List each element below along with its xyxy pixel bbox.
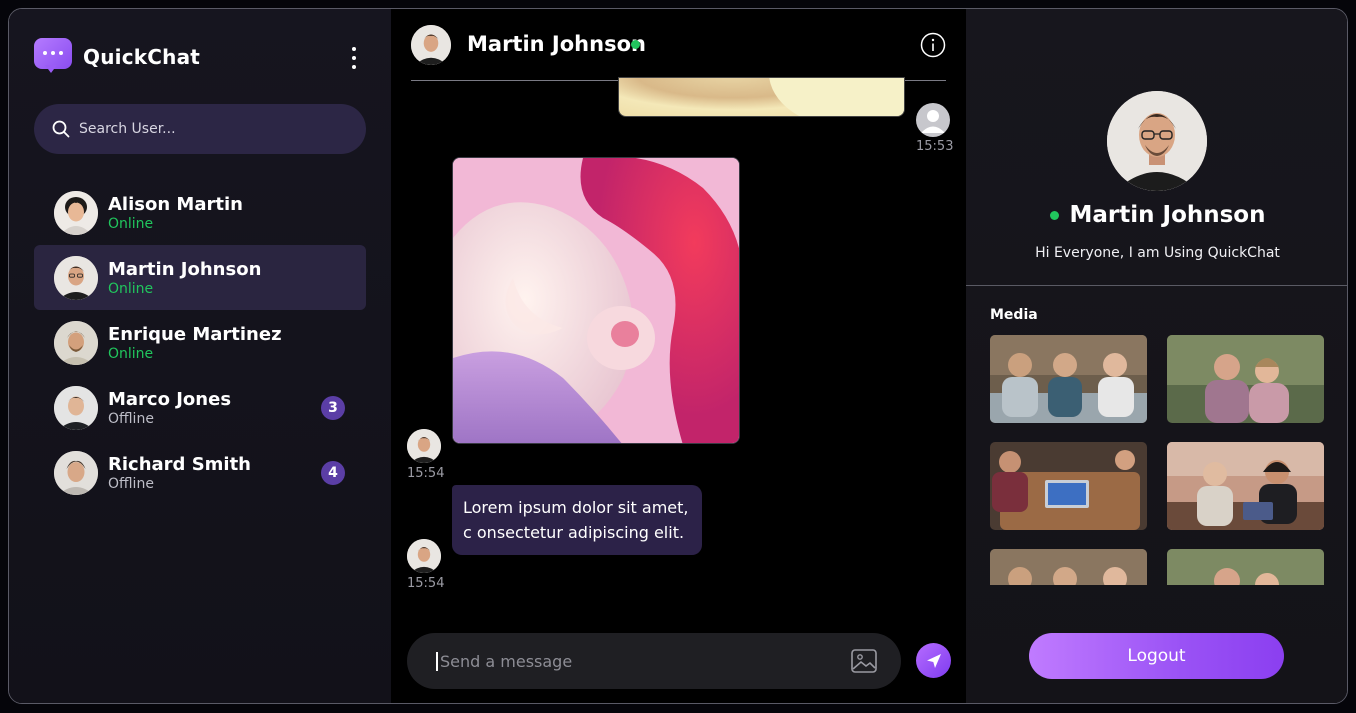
media-thumbnail[interactable] (990, 442, 1147, 530)
info-icon[interactable] (920, 32, 946, 58)
default-user-icon (916, 103, 950, 137)
avatar (407, 539, 441, 573)
contact-name: Enrique Martinez (108, 323, 282, 345)
avatar (54, 450, 98, 495)
media-grid (990, 335, 1324, 585)
media-thumbnail[interactable] (1167, 335, 1324, 423)
message-time: 15:54 (407, 466, 445, 481)
profile-name: Martin Johnson (1069, 202, 1266, 228)
contact-status: Offline (108, 475, 154, 492)
message-time: 15:53 (916, 139, 954, 154)
search-icon (52, 120, 70, 138)
sidebar: QuickChat Search User... Alison Martin O… (9, 9, 391, 703)
contact-status: Offline (108, 410, 154, 427)
profile-panel: Martin Johnson Hi Everyone, I am Using Q… (966, 9, 1347, 703)
divider (966, 285, 1347, 286)
media-thumbnail[interactable] (1167, 549, 1324, 585)
message-bubble: Lorem ipsum dolor sit amet, c onsectetur… (452, 485, 702, 555)
contact-name: Martin Johnson (108, 258, 262, 280)
contact-marco-jones[interactable]: Marco Jones Offline 3 (34, 375, 366, 440)
online-indicator (631, 40, 640, 49)
media-thumbnail[interactable] (990, 335, 1147, 423)
contact-richard-smith[interactable]: Richard Smith Offline 4 (34, 440, 366, 505)
contact-name: Marco Jones (108, 388, 232, 410)
unread-badge: 4 (321, 461, 345, 485)
contact-status: Online (108, 345, 154, 362)
message-time: 15:54 (407, 576, 445, 591)
contact-list: Alison Martin Online Martin Johnson Onli… (34, 180, 366, 505)
contact-status: Online (108, 280, 154, 297)
send-button[interactable] (916, 643, 951, 678)
unread-badge: 3 (321, 396, 345, 420)
message-input[interactable] (436, 651, 836, 671)
contact-alison-martin[interactable]: Alison Martin Online (34, 180, 366, 245)
profile-bio: Hi Everyone, I am Using QuickChat (1035, 245, 1280, 261)
avatar[interactable] (411, 25, 451, 65)
avatar (54, 190, 98, 235)
chat-title: Martin Johnson (467, 32, 646, 56)
search-input[interactable] (79, 121, 339, 137)
chat-logo-icon (34, 38, 72, 75)
contact-name: Alison Martin (108, 193, 243, 215)
send-icon (926, 653, 941, 668)
avatar (54, 255, 98, 300)
media-thumbnail[interactable] (990, 549, 1147, 585)
chat-panel: Martin Johnson 15:53 15:54 Lorem ipsum d… (391, 9, 966, 703)
image-icon[interactable] (851, 649, 877, 673)
more-vertical-icon[interactable] (349, 47, 359, 69)
avatar (54, 320, 98, 365)
contact-name: Richard Smith (108, 453, 251, 475)
message-image[interactable] (618, 77, 905, 117)
search-bar (34, 104, 366, 154)
chat-header: Martin Johnson (411, 23, 946, 81)
logout-button[interactable]: Logout (1029, 633, 1284, 679)
app-window: QuickChat Search User... Alison Martin O… (8, 8, 1348, 704)
media-thumbnail[interactable] (1167, 442, 1324, 530)
message-composer (407, 633, 901, 689)
profile-avatar (1107, 91, 1207, 191)
avatar (407, 429, 441, 463)
contact-martin-johnson[interactable]: Martin Johnson Online (34, 245, 366, 310)
online-indicator (1049, 210, 1059, 220)
contact-status: Online (108, 215, 154, 232)
message-image[interactable] (452, 157, 740, 444)
media-title: Media (990, 307, 1038, 323)
app-name: QuickChat (83, 44, 201, 69)
contact-enrique-martinez[interactable]: Enrique Martinez Online (34, 310, 366, 375)
avatar (54, 385, 98, 430)
brand: QuickChat (34, 38, 200, 75)
